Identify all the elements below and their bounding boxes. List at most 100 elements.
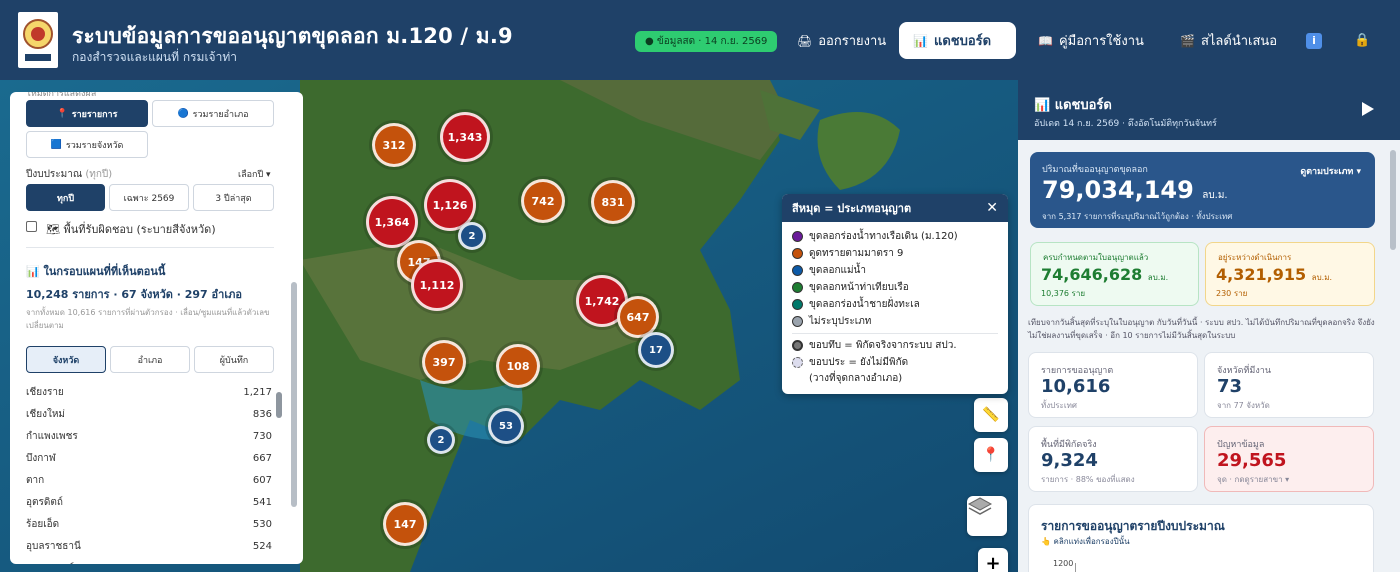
filter-panel: โหมดการแสดงผล 📍 รายรายการ 🔵 รวมรายอำเภอ 🟦 ร… <box>10 92 303 564</box>
nav-manual-button[interactable]: 📖 คู่มือการใช้งาน <box>1024 22 1158 59</box>
table-row[interactable]: ร้อยเอ็ด 530 <box>26 513 272 535</box>
ongoing-card: อยู่ระหว่างดำเนินการ 4,321,915 ลบ.ม. 230… <box>1205 242 1375 306</box>
map-cluster-marker[interactable]: 831 <box>591 180 635 224</box>
map-cluster-marker[interactable]: 1,364 <box>366 196 418 248</box>
panel-scrollbar[interactable] <box>291 282 297 507</box>
in-frame-title: 📊 ในกรอบแผนที่ที่เห็นตอนนี้ <box>26 265 166 278</box>
map-cluster-marker[interactable]: 2 <box>458 222 486 250</box>
volume-filter-dropdown[interactable]: ดูตามประเภท ▾ <box>1300 164 1361 178</box>
table-row[interactable]: เชียงราย 1,217 <box>26 381 272 403</box>
map-cluster-marker[interactable]: 147 <box>383 502 427 546</box>
province-name: อุตรดิตถ์ <box>26 496 63 508</box>
legend-item: ไม่ระบุประเภท <box>782 313 1008 330</box>
square-icon: 🟦 <box>50 139 62 150</box>
legend-solid-border: ขอบทึบ = พิกัดจริงจากระบบ สปว. <box>782 337 1008 354</box>
map-cluster-marker[interactable]: 2 <box>427 426 455 454</box>
map-cluster-marker[interactable]: 1,112 <box>411 259 463 311</box>
panel-heading: โหมดการแสดงผล <box>26 92 97 99</box>
legend-label: ขุดลอกแม่น้ำ <box>809 265 867 276</box>
province-name: เชียงราย <box>26 386 64 398</box>
province-count: 607 <box>252 474 272 486</box>
collapse-arrow-icon[interactable] <box>1362 102 1374 116</box>
map-cluster-marker[interactable]: 312 <box>372 123 416 167</box>
table-row[interactable]: บึงกาฬ 667 <box>26 447 272 469</box>
province-name: ร้อยเอ็ด <box>26 518 60 530</box>
legend-swatch <box>792 248 803 259</box>
erosion-checkbox[interactable] <box>26 221 37 232</box>
table-row[interactable]: อุบลราชธานี 524 <box>26 535 272 557</box>
locate-button[interactable]: 📍 <box>974 438 1008 472</box>
map-cluster-marker[interactable]: 397 <box>422 340 466 384</box>
info-icon[interactable]: i <box>1306 33 1322 49</box>
chart-icon: 📊 <box>913 33 928 48</box>
map-cluster-marker[interactable]: 53 <box>488 408 524 444</box>
legend-dashed-sub: (วางที่จุดกลางอำเภอ) <box>809 373 903 384</box>
map-cluster-marker[interactable]: 108 <box>496 344 540 388</box>
volume-note: เทียบจากวันสิ้นสุดที่ระบุในใบอนุญาต กับว… <box>1028 318 1375 340</box>
legend-item: ขุดลอกร่องน้ำทางเรือเดิน (ม.120) <box>782 228 1008 245</box>
yearly-chart-card: รายการขออนุญาตรายปีงบประมาณ 👆 คลิกแท่งเพ… <box>1028 504 1374 572</box>
printer-icon: 🖨 <box>797 33 813 48</box>
legend-swatch <box>792 299 803 310</box>
kpi-coordinates: พื้นที่มีพิกัดจริง 9,324 รายการ · 88% ของท… <box>1028 426 1198 492</box>
measure-tool-button[interactable]: 📏 <box>974 398 1008 432</box>
table-scrollbar[interactable] <box>276 392 282 418</box>
view-mode-district[interactable]: 🔵 รวมรายอำเภอ <box>152 100 274 127</box>
legend-item: ดูดทรายตามมาตรา 9 <box>782 245 1008 262</box>
map-cluster-marker[interactable]: 17 <box>638 332 674 368</box>
volume-value: 79,034,149 ลบ.ม. <box>1042 176 1228 204</box>
legend-label: ขุดลอกร่องน้ำชายฝั่งทะเล <box>809 299 920 310</box>
table-row[interactable]: นครสวรรค์ 501 <box>26 557 272 565</box>
divider <box>792 333 998 334</box>
legend-item: ขุดลอกแม่น้ำ <box>782 262 1008 279</box>
map-cluster-marker[interactable]: 1,343 <box>440 112 490 162</box>
map-cluster-marker[interactable]: 742 <box>521 179 565 223</box>
province-count: 524 <box>252 540 272 552</box>
view-mode-province[interactable]: 🟦 รวมรายจังหวัด <box>26 131 148 158</box>
chart-axis <box>1075 563 1076 572</box>
table-row[interactable]: เชียงใหม่ 836 <box>26 403 272 425</box>
legend-swatch <box>792 265 803 276</box>
province-table: เชียงราย 1,217 เชียงใหม่ 836 กำแพงเพชร 730 บึง… <box>26 381 272 565</box>
year-all-button[interactable]: ทุกปี <box>26 184 105 211</box>
yearly-chart-hint: 👆 คลิกแท่งเพื่อกรองปีนั้น <box>1041 537 1130 546</box>
table-row[interactable]: กำแพงเพชร 730 <box>26 425 272 447</box>
kpi-data-issues[interactable]: ปัญหาข้อมูล 29,565 จุด · กดดูรายสาขา ▾ <box>1204 426 1374 492</box>
year-2569-button[interactable]: เฉพาะ 2569 <box>109 184 189 211</box>
nav-dashboard-button[interactable]: 📊 แดชบอร์ด <box>899 22 1016 59</box>
app-root: ระบบข้อมูลการขออนุญาตขุดลอก ม.120 / ม.9 … <box>0 0 1400 572</box>
erosion-checkbox-label: 🗺 พื้นที่รับผิดชอบ (ระบายสีจังหวัด) <box>46 223 216 236</box>
tab-district[interactable]: อำเภอ <box>110 346 190 373</box>
view-mode-list[interactable]: 📍 รายรายการ <box>26 100 148 127</box>
layers-button[interactable] <box>967 496 1007 536</box>
year-3-latest-button[interactable]: 3 ปีล่าสุด <box>193 184 274 211</box>
app-header: ระบบข้อมูลการขออนุญาตขุดลอก ม.120 / ม.9 … <box>0 0 1400 80</box>
yearly-chart-title: รายการขออนุญาตรายปีงบประมาณ <box>1041 519 1225 533</box>
tab-province[interactable]: จังหวัด <box>26 346 106 373</box>
ongoing-value: 4,321,915 ลบ.ม. <box>1216 265 1333 284</box>
dept-logo <box>18 12 58 68</box>
dashboard-scrollbar[interactable] <box>1390 150 1396 250</box>
table-row[interactable]: อุตรดิตถ์ 541 <box>26 491 272 513</box>
divider <box>26 247 274 248</box>
table-row[interactable]: ตาก 607 <box>26 469 272 491</box>
legend-dashed-border: ขอบประ = ยังไม่มีพิกัด <box>782 354 1008 371</box>
layers-icon <box>967 497 993 515</box>
budget-year-label: ปีงบประมาณ (ทุกปี) <box>26 169 113 180</box>
lock-icon[interactable]: 🔒 <box>1354 33 1370 48</box>
slides-icon: 🎬 <box>1180 33 1195 48</box>
nav-report-button[interactable]: 🖨 ออกรายงาน <box>783 22 900 59</box>
province-name: นครสวรรค์ <box>26 561 74 565</box>
province-name: อุบลราชธานี <box>26 540 81 552</box>
pin-icon: 📍 <box>56 108 68 119</box>
close-icon[interactable]: ✕ <box>986 200 998 216</box>
legend-item: ขุดลอกร่องน้ำชายฝั่งทะเล <box>782 296 1008 313</box>
legend-popup: สีหมุด = ประเภทอนุญาต ✕ ขุดลอกร่องน้ำทางเ… <box>782 194 1008 394</box>
zoom-in-button[interactable]: + <box>978 548 1008 572</box>
province-name: กำแพงเพชร <box>26 430 78 442</box>
tab-recorder[interactable]: ผู้บันทึก <box>194 346 274 373</box>
pick-year-dropdown[interactable]: เลือกปี ▾ <box>238 167 271 181</box>
province-count: 730 <box>252 430 272 442</box>
page-subtitle: กองสำรวจและแผนที่ กรมเจ้าท่า <box>72 50 237 64</box>
nav-slides-button[interactable]: 🎬 สไลด์นำเสนอ <box>1166 22 1291 59</box>
